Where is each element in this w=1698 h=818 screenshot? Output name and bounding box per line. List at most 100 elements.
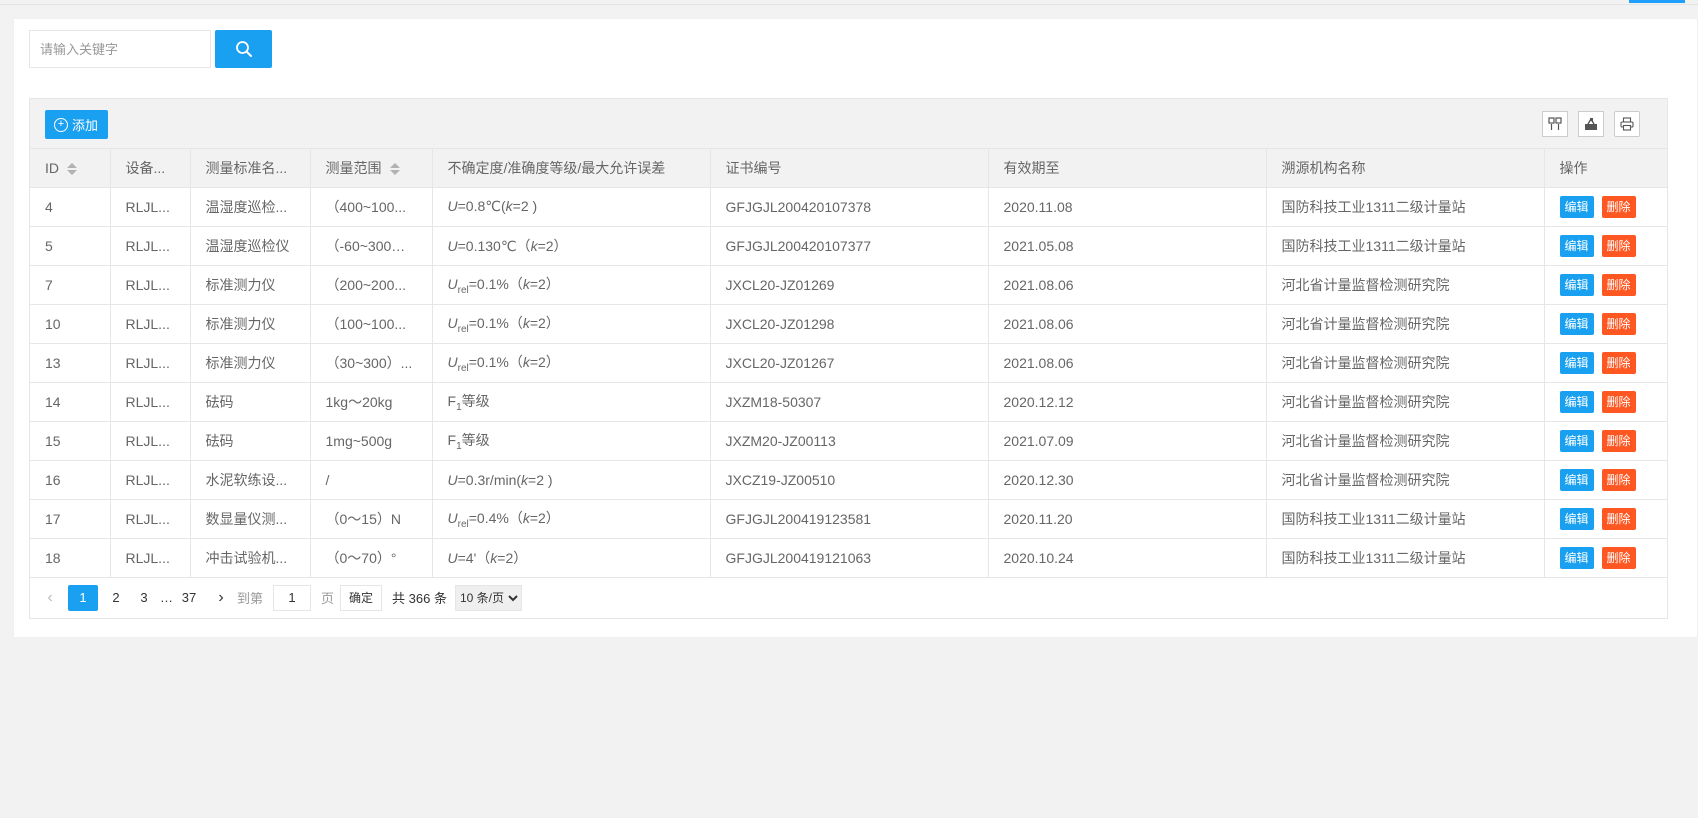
delete-button[interactable]: 删除: [1601, 429, 1636, 452]
sort-icon[interactable]: [389, 163, 400, 176]
cell-id: 5: [30, 226, 111, 266]
table-row: 17 RLJL... 数显量仪测... （0～15）N Urel=0.4%（k=2） GF…: [30, 499, 1667, 539]
unc-tail: =2）: [529, 314, 560, 331]
cell-std-name: 冲击试验机...: [190, 538, 311, 578]
cell-device: RLJL...: [110, 460, 191, 500]
search-button[interactable]: [215, 30, 272, 68]
delete-button[interactable]: 删除: [1601, 351, 1636, 374]
edit-button[interactable]: 编辑: [1559, 546, 1594, 569]
unc-expr: =0.1%（: [468, 275, 523, 292]
edit-button[interactable]: 编辑: [1559, 468, 1594, 491]
pagination: ‹ 1 2 3 … 37 › 到第 页 确定 共 366 条 10 条/页: [30, 578, 1667, 618]
delete-button[interactable]: 删除: [1601, 546, 1636, 569]
cell-org: 河北省计量监督检测研究院: [1266, 382, 1545, 422]
cell-expiry: 2020.11.08: [988, 187, 1267, 227]
page-size-select[interactable]: 10 条/页: [454, 584, 522, 611]
delete-button[interactable]: 删除: [1601, 234, 1636, 257]
cell-org: 国防科技工业1311二级计量站: [1266, 226, 1545, 266]
cell-uncertainty: F1等级: [432, 382, 711, 422]
page-2[interactable]: 2: [102, 585, 130, 611]
page-1[interactable]: 1: [68, 584, 98, 611]
unc-expr: =0.4%（: [468, 509, 523, 526]
cell-std-name: 标准测力仪: [190, 304, 311, 344]
col-header-std-name: 测量标准名...: [190, 149, 311, 188]
edit-button[interactable]: 编辑: [1559, 390, 1594, 413]
unc-symbol: U: [447, 549, 458, 566]
delete-button[interactable]: 删除: [1601, 468, 1636, 491]
sort-icon[interactable]: [67, 163, 77, 176]
export-icon: [1585, 117, 1597, 130]
edit-button[interactable]: 编辑: [1559, 273, 1594, 296]
cell-actions: 编辑 删除: [1544, 499, 1667, 539]
unc-k: k: [521, 471, 529, 488]
cell-id: 17: [30, 499, 111, 539]
cell-device: RLJL...: [110, 226, 191, 266]
page-last[interactable]: 37: [175, 585, 203, 611]
cell-range: /: [310, 460, 433, 500]
cell-id: 15: [30, 421, 111, 461]
cell-uncertainty: U=0.130℃（k=2）: [432, 226, 711, 266]
cell-expiry: 2021.08.06: [988, 304, 1267, 344]
unc-k: k: [522, 314, 530, 331]
search-input[interactable]: [29, 30, 211, 68]
table-row: 7 RLJL... 标准测力仪 （200~200... Urel=0.1%（k=2） JX…: [30, 265, 1667, 305]
edit-button[interactable]: 编辑: [1559, 351, 1594, 374]
unc-k: k: [530, 237, 538, 254]
cell-actions: 编辑 删除: [1544, 538, 1667, 578]
cell-org: 河北省计量监督检测研究院: [1266, 421, 1545, 461]
col-header-expiry: 有效期至: [988, 149, 1267, 188]
unc-k: k: [522, 509, 530, 526]
delete-button[interactable]: 删除: [1601, 312, 1636, 335]
columns-toggle-button[interactable]: [1542, 111, 1568, 137]
edit-button[interactable]: 编辑: [1559, 429, 1594, 452]
chevron-left-icon[interactable]: ‹: [40, 589, 60, 607]
table-row: 16 RLJL... 水泥软练设... / U=0.3r/min(k=2 ) JXCZ19…: [30, 460, 1667, 500]
unc-k: k: [522, 353, 530, 370]
export-button[interactable]: [1578, 111, 1604, 137]
unc-expr: 等级: [461, 392, 490, 409]
unc-expr: 等级: [461, 431, 490, 448]
delete-button[interactable]: 删除: [1601, 507, 1636, 530]
cell-range: （0～15）N: [310, 499, 433, 539]
cell-actions: 编辑 删除: [1544, 382, 1667, 422]
delete-button[interactable]: 删除: [1601, 390, 1636, 413]
col-header-actions: 操作: [1544, 149, 1667, 188]
cell-std-name: 水泥软练设...: [190, 460, 311, 500]
page-3[interactable]: 3: [130, 585, 158, 611]
delete-button[interactable]: 删除: [1601, 195, 1636, 218]
edit-button[interactable]: 编辑: [1559, 312, 1594, 335]
cell-std-name: 标准测力仪: [190, 265, 311, 305]
cell-id: 4: [30, 187, 111, 227]
cell-std-name: 标准测力仪: [190, 343, 311, 383]
cell-uncertainty: U=0.8℃(k=2 ): [432, 187, 711, 227]
col-header-range[interactable]: 测量范围: [310, 149, 433, 188]
page-ellipsis: …: [160, 590, 173, 605]
cell-cert-no: GFJGJL200420107377: [710, 226, 989, 266]
cell-cert-no: GFJGJL200420107378: [710, 187, 989, 227]
print-button[interactable]: [1614, 111, 1640, 137]
table-row: 18 RLJL... 冲击试验机... （0～70）° U=4'（k=2） GFJGJL2…: [30, 538, 1667, 578]
cell-device: RLJL...: [110, 382, 191, 422]
unc-tail: =2）: [497, 549, 528, 566]
unc-tail: =2）: [537, 237, 568, 254]
cell-expiry: 2021.05.08: [988, 226, 1267, 266]
unc-symbol: U: [447, 198, 458, 214]
unc-expr: =0.8℃(: [457, 198, 506, 214]
goto-confirm-button[interactable]: 确定: [340, 584, 383, 611]
cell-range: （30~300）...: [310, 343, 433, 383]
cell-actions: 编辑 删除: [1544, 421, 1667, 461]
print-icon: [1620, 117, 1634, 131]
cell-id: 13: [30, 343, 111, 383]
edit-button[interactable]: 编辑: [1559, 234, 1594, 257]
goto-page-input[interactable]: [273, 584, 312, 611]
delete-button[interactable]: 删除: [1601, 273, 1636, 296]
goto-label: 到第: [237, 591, 264, 606]
edit-button[interactable]: 编辑: [1559, 195, 1594, 218]
chevron-right-icon[interactable]: ›: [211, 589, 231, 607]
cell-device: RLJL...: [110, 265, 191, 305]
cell-std-name: 温湿度巡检仪: [190, 226, 311, 266]
add-button[interactable]: + 添加: [45, 110, 109, 139]
edit-button[interactable]: 编辑: [1559, 507, 1594, 530]
plus-circle-icon: +: [54, 117, 68, 132]
col-header-id[interactable]: ID: [30, 149, 111, 188]
